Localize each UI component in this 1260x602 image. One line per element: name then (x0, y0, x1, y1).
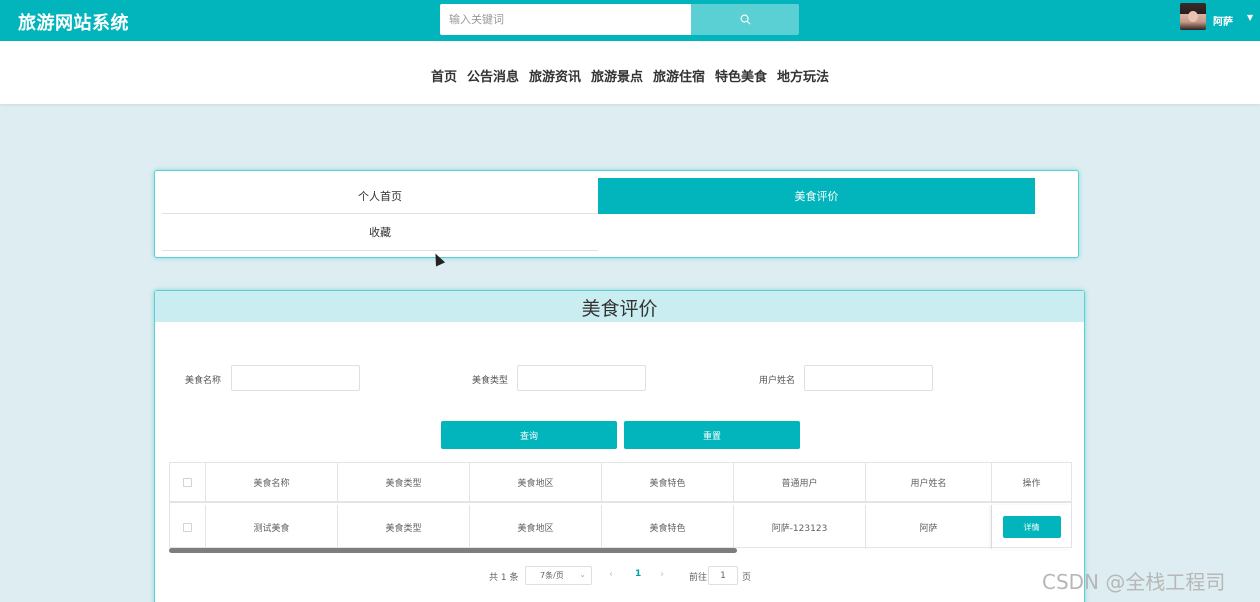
query-button[interactable]: 查询 (441, 421, 617, 449)
table-header: 美食名称 (206, 463, 338, 503)
table-header: 用户姓名 (866, 463, 992, 503)
site-title[interactable]: 旅游网站系统 (18, 9, 129, 35)
detail-button[interactable]: 详情 (1002, 516, 1061, 538)
panel-header: 美食评价 (155, 291, 1084, 322)
food-type-label: 美食类型 (472, 376, 509, 386)
goto-prefix: 前往 (689, 572, 708, 583)
avatar[interactable] (1180, 3, 1206, 30)
nav-travel-news[interactable]: 旅游资讯 (529, 66, 581, 85)
row-checkbox[interactable] (183, 522, 192, 532)
page-number-current[interactable]: 1 (635, 569, 641, 579)
nav-local-food[interactable]: 特色美食 (715, 66, 767, 85)
tab-food-reviews[interactable]: 美食评价 (598, 178, 1035, 214)
table-header-select (170, 463, 206, 503)
table-header: 普通用户 (734, 463, 866, 503)
next-page-button[interactable]: › (660, 569, 664, 580)
food-name-input[interactable] (231, 365, 360, 391)
select-all-checkbox[interactable] (183, 477, 192, 487)
tab-favorites[interactable]: 收藏 (162, 214, 598, 251)
chevron-down-icon: ⌄ (579, 570, 586, 579)
main-nav: 首页 公告消息 旅游资讯 旅游景点 旅游住宿 特色美食 地方玩法 (0, 41, 1260, 104)
table-header: 操作 (992, 463, 1071, 503)
username[interactable]: 阿萨 (1213, 13, 1233, 28)
chevron-down-icon[interactable]: ▼ (1247, 13, 1253, 22)
table-cell: 阿萨-123123 (734, 505, 866, 549)
page-title: 美食评价 (581, 298, 658, 320)
table-cell: 美食特色 (602, 505, 734, 549)
goto-suffix: 页 (742, 572, 752, 583)
search-input[interactable] (440, 4, 691, 35)
prev-page-button[interactable]: ‹ (609, 569, 613, 580)
table-cell: 美食类型 (338, 505, 470, 549)
nav-accommodation[interactable]: 旅游住宿 (653, 66, 705, 85)
watermark: CSDN @全栈工程司 (1042, 570, 1226, 594)
nav-attractions[interactable]: 旅游景点 (591, 66, 643, 85)
food-name-label: 美食名称 (185, 376, 222, 386)
review-table: 美食名称 美食类型 美食地区 美食特色 普通用户 用户姓名 操作 测试美食 美食… (169, 462, 1072, 549)
table-cell-actions: 详情 (992, 505, 1071, 549)
table-cell: 美食地区 (470, 505, 602, 549)
goto-page-input[interactable]: 1 (708, 566, 738, 585)
search-button[interactable] (691, 4, 799, 35)
tab-personal-home[interactable]: 个人首页 (162, 178, 598, 214)
page-size-select[interactable]: 7条/页 ⌄ (525, 566, 592, 585)
user-name-label: 用户姓名 (759, 376, 796, 386)
top-bar: 旅游网站系统 阿萨 ▼ (0, 0, 1260, 41)
food-review-panel: 美食评价 美食名称 美食类型 用户姓名 查询 重置 美食名称 美食类型 美食地区… (154, 290, 1085, 602)
search-icon (740, 14, 750, 25)
table-row-select (170, 505, 206, 549)
table-cell: 阿萨 (866, 505, 992, 549)
horizontal-scrollbar[interactable] (169, 548, 737, 553)
nav-local-activities[interactable]: 地方玩法 (777, 66, 829, 85)
nav-home[interactable]: 首页 (431, 66, 457, 85)
table-cell: 测试美食 (206, 505, 338, 549)
reset-button[interactable]: 重置 (624, 421, 800, 449)
pagination-total: 共 1 条 (489, 572, 519, 583)
table-header: 美食类型 (338, 463, 470, 503)
user-menu[interactable]: 阿萨 ▼ (1180, 3, 1260, 31)
nav-links: 首页 公告消息 旅游资讯 旅游景点 旅游住宿 特色美食 地方玩法 (0, 66, 1260, 85)
user-name-input[interactable] (804, 365, 933, 391)
page-size-value: 7条/页 (540, 571, 564, 580)
user-center-tabs: 个人首页 美食评价 收藏 (154, 170, 1079, 258)
food-type-input[interactable] (517, 365, 646, 391)
table-header: 美食特色 (602, 463, 734, 503)
nav-announcements[interactable]: 公告消息 (467, 66, 519, 85)
table-header: 美食地区 (470, 463, 602, 503)
